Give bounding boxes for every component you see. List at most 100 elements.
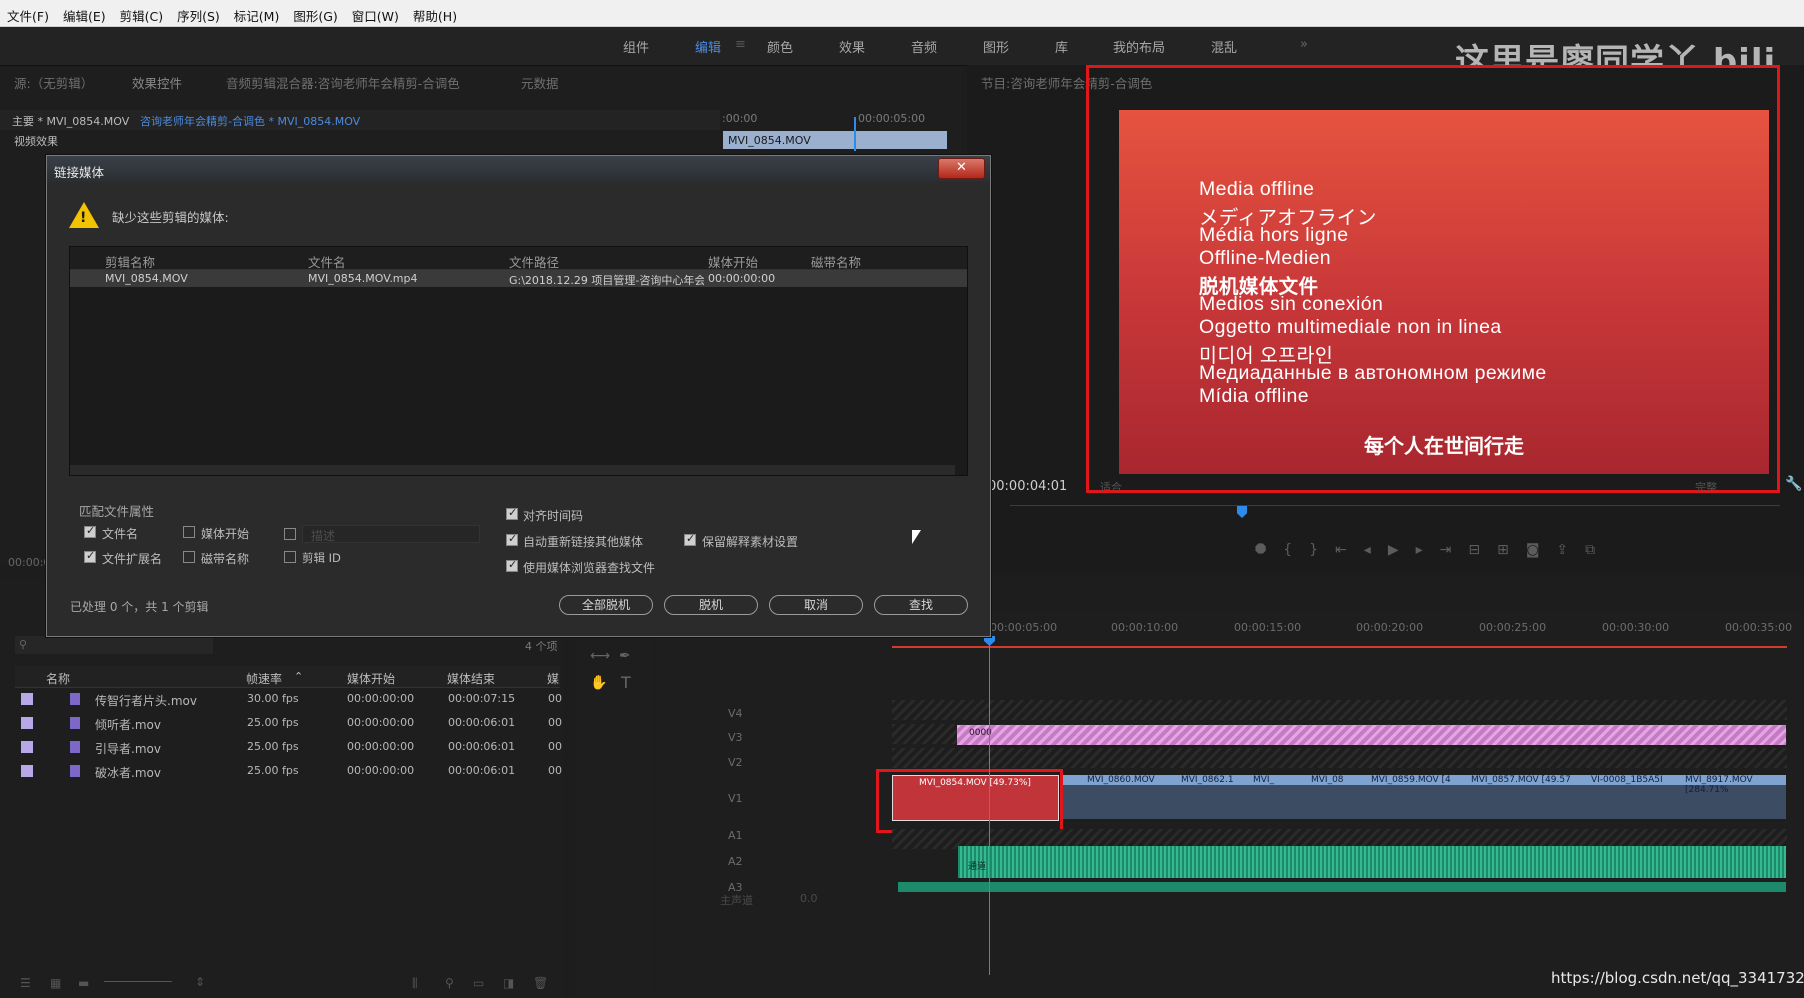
- new-bin-icon[interactable]: ▭: [473, 976, 484, 990]
- th-file-name[interactable]: 文件名: [308, 252, 346, 271]
- col-media-end[interactable]: 媒体结束: [447, 670, 495, 687]
- menu-file[interactable]: 文件(F): [0, 0, 56, 26]
- offline-button[interactable]: 脱机: [664, 595, 758, 615]
- workspace-overflow-icon[interactable]: »: [1300, 37, 1308, 52]
- program-scrubber[interactable]: [1010, 505, 1780, 506]
- mark-out-icon[interactable]: }: [1309, 542, 1335, 558]
- track-a2[interactable]: A2: [728, 855, 743, 868]
- project-search-input[interactable]: [15, 636, 213, 654]
- table-hscrollbar[interactable]: [70, 465, 955, 475]
- workspace-my-layout[interactable]: 我的布局: [1113, 37, 1165, 56]
- menu-marker[interactable]: 标记(M): [227, 0, 287, 26]
- step-forward-icon[interactable]: ▸: [1416, 542, 1440, 558]
- menu-clip[interactable]: 剪辑(C): [113, 0, 170, 26]
- relink-others-checkbox[interactable]: [506, 532, 518, 546]
- th-tape-name[interactable]: 磁带名称: [811, 252, 861, 271]
- label-color-swatch[interactable]: [21, 741, 33, 753]
- description-field[interactable]: 描述: [302, 525, 480, 543]
- new-item-icon[interactable]: ◨: [503, 976, 514, 990]
- locate-button[interactable]: 查找: [874, 595, 968, 615]
- match-file-name-checkbox[interactable]: [84, 524, 96, 538]
- a2-audio-clip[interactable]: 通道: [958, 846, 1786, 878]
- workspace-color[interactable]: 颜色: [767, 37, 793, 56]
- table-row[interactable]: MVI_0854.MOV MVI_0854.MOV.mp4 G:\2018.12…: [70, 270, 967, 287]
- menu-help[interactable]: 帮助(H): [406, 0, 464, 26]
- play-icon[interactable]: ▶: [1388, 542, 1416, 558]
- icon-view-icon[interactable]: ▦: [50, 976, 61, 990]
- menu-sequence[interactable]: 序列(S): [170, 0, 227, 26]
- track-v4[interactable]: V4: [728, 707, 743, 720]
- workspace-libraries[interactable]: 库: [1055, 37, 1068, 56]
- tab-audio-clip-mixer[interactable]: 音频剪辑混合器:咨询老师年会精剪-合调色: [226, 73, 460, 92]
- ripple-edit-icon[interactable]: ⟷: [590, 648, 610, 664]
- type-tool-icon[interactable]: T: [621, 673, 631, 692]
- match-extension-checkbox[interactable]: [84, 549, 96, 563]
- menu-graphics[interactable]: 图形(G): [286, 0, 344, 26]
- menu-edit[interactable]: 编辑(E): [56, 0, 113, 26]
- program-quality[interactable]: 完整: [1695, 479, 1717, 495]
- match-description-checkbox[interactable]: [284, 528, 296, 540]
- v3-clip-strip[interactable]: 0000: [957, 725, 1786, 745]
- workspace-effects[interactable]: 效果: [839, 37, 865, 56]
- track-v2[interactable]: V2: [728, 756, 743, 769]
- sort-ascending-icon[interactable]: ⌃: [294, 670, 303, 683]
- insert-icon[interactable]: ⇪: [1556, 542, 1585, 558]
- th-media-start[interactable]: 媒体开始: [708, 252, 758, 271]
- project-item[interactable]: 破冰者.mov 25.00 fps 00:00:00:00 00:00:06:0…: [15, 760, 562, 782]
- zoom-slider[interactable]: [104, 981, 172, 982]
- freeform-view-icon[interactable]: ▬: [78, 976, 89, 990]
- workspace-menu-icon[interactable]: ≡: [735, 37, 746, 52]
- overwrite-icon[interactable]: ⧉: [1585, 542, 1612, 558]
- go-to-out-icon[interactable]: ⇥: [1440, 542, 1469, 558]
- lift-icon[interactable]: ⊟: [1468, 542, 1497, 558]
- col-media-extra[interactable]: 媒: [547, 670, 559, 687]
- ec-playhead[interactable]: [854, 117, 856, 151]
- workspace-audio[interactable]: 音频: [911, 37, 937, 56]
- timeline-playhead[interactable]: [989, 640, 990, 975]
- list-view-icon[interactable]: ☰: [20, 976, 31, 990]
- track-v3[interactable]: V3: [728, 731, 743, 744]
- col-name[interactable]: 名称: [46, 670, 70, 687]
- project-item[interactable]: 引导者.mov 25.00 fps 00:00:00:00 00:00:06:0…: [15, 736, 562, 758]
- trash-icon[interactable]: 🗑: [533, 976, 548, 990]
- tab-effect-controls[interactable]: 效果控件: [132, 73, 182, 92]
- go-to-in-icon[interactable]: ⇤: [1335, 542, 1364, 558]
- menu-window[interactable]: 窗口(W): [345, 0, 406, 26]
- hand-icon[interactable]: ✋: [590, 675, 607, 691]
- close-button[interactable]: ✕: [938, 158, 985, 179]
- find-icon[interactable]: ⚲: [445, 976, 454, 990]
- tab-metadata[interactable]: 元数据: [521, 73, 559, 92]
- col-fps[interactable]: 帧速率: [246, 670, 282, 687]
- track-v1[interactable]: V1: [728, 792, 743, 805]
- preserve-interpret-checkbox[interactable]: [684, 532, 696, 546]
- step-back-icon[interactable]: ◂: [1364, 542, 1388, 558]
- cancel-button[interactable]: 取消: [769, 595, 863, 615]
- a3-audio-clip[interactable]: [898, 882, 1786, 892]
- th-clip-name[interactable]: 剪辑名称: [105, 252, 155, 271]
- v1-clip-strip[interactable]: MVI_0860.MOV MVI_0862.1 MVI_ MVI_08 MVI_…: [1063, 775, 1786, 819]
- pen-icon[interactable]: ✒: [619, 648, 631, 664]
- match-media-start-checkbox[interactable]: [183, 526, 195, 538]
- label-color-swatch[interactable]: [21, 717, 33, 729]
- tab-source[interactable]: 源:（无剪辑）: [14, 73, 93, 92]
- project-item[interactable]: 传智行者片头.mov 30.00 fps 00:00:00:00 00:00:0…: [15, 688, 562, 710]
- program-fit[interactable]: 适合: [1100, 479, 1122, 495]
- label-color-swatch[interactable]: [21, 693, 33, 705]
- export-frame-icon[interactable]: ◙: [1526, 542, 1557, 558]
- work-area-bar[interactable]: [892, 646, 1787, 648]
- project-item[interactable]: 倾听者.mov 25.00 fps 00:00:00:00 00:00:06:0…: [15, 712, 562, 734]
- add-marker-icon[interactable]: ⯃: [1255, 542, 1283, 558]
- match-clip-id-checkbox[interactable]: [284, 551, 296, 563]
- extract-icon[interactable]: ⊞: [1497, 542, 1526, 558]
- use-media-browser-checkbox[interactable]: [506, 558, 518, 572]
- mark-in-icon[interactable]: {: [1283, 542, 1309, 558]
- label-color-swatch[interactable]: [21, 765, 33, 777]
- col-media-start[interactable]: 媒体开始: [347, 670, 395, 687]
- sequence-clip-label[interactable]: 咨询老师年会精剪-合调色 * MVI_0854.MOV: [140, 113, 360, 129]
- workspace-chaos[interactable]: 混乱: [1211, 37, 1237, 56]
- workspace-editing[interactable]: 编辑: [695, 37, 721, 56]
- offline-all-button[interactable]: 全部脱机: [559, 595, 653, 615]
- th-file-path[interactable]: 文件路径: [509, 252, 559, 271]
- program-timecode[interactable]: 00:00:04:01: [988, 479, 1067, 494]
- automate-icon[interactable]: ⫼: [412, 976, 418, 991]
